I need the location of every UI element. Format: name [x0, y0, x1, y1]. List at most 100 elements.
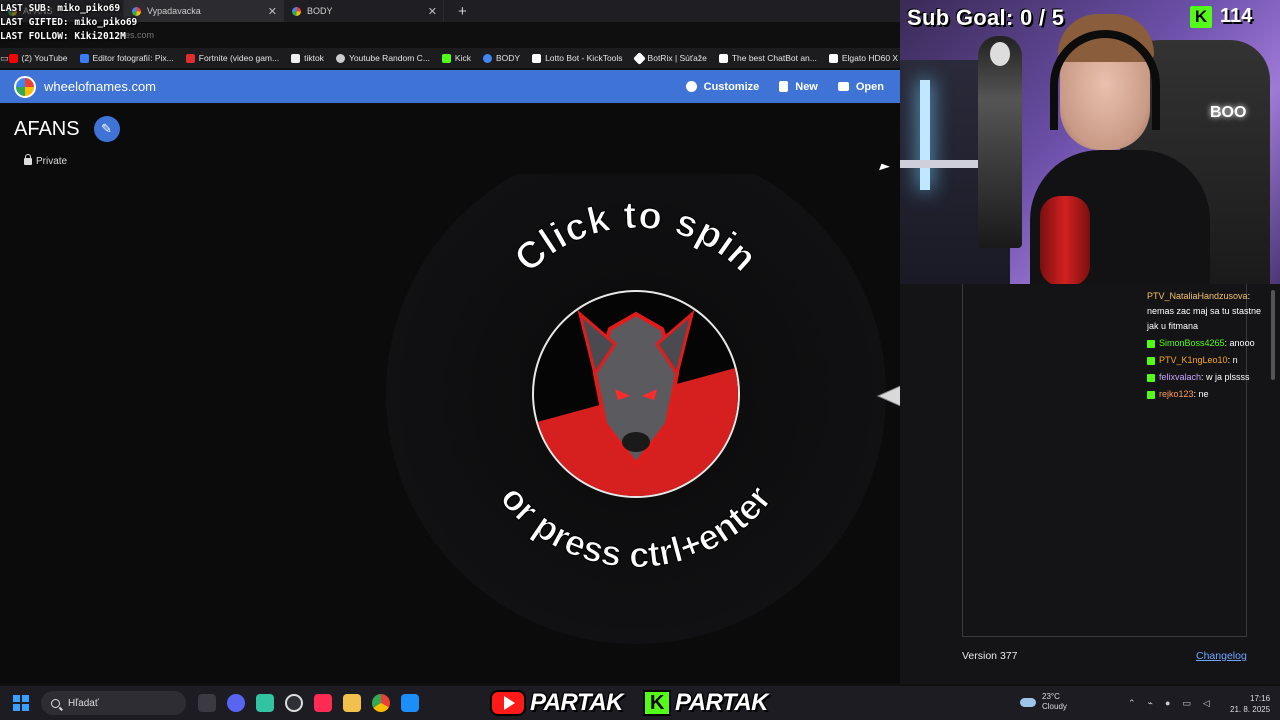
- kick-badge-icon: [1147, 356, 1155, 365]
- file-explorer-icon[interactable]: [343, 694, 361, 712]
- pixlr-icon: [79, 53, 89, 63]
- bookmark-pixlr[interactable]: Editor fotografií: Pix...: [79, 53, 174, 63]
- bookmark-botrix[interactable]: BotRix | Súťaže: [632, 51, 707, 65]
- grim-reaper-figure-icon: [978, 36, 1022, 248]
- bookmark-lotto-bot[interactable]: Lotto Bot - KickTools: [532, 53, 623, 63]
- wheel-page: AFANS ✎ Private Click to spin or press c…: [0, 104, 915, 684]
- botrix-icon: [632, 51, 646, 65]
- edit-title-button[interactable]: ✎: [93, 116, 120, 142]
- network-icon[interactable]: ⌁: [1148, 698, 1153, 709]
- bookmark-youtube-random[interactable]: Youtube Random C...: [335, 53, 430, 63]
- stream-overlay-latest: LAST SUB: miko_piko69 LAST GIFTED: miko_…: [0, 2, 137, 44]
- globe-icon: [335, 53, 345, 63]
- weather-desc: Cloudy: [1042, 702, 1067, 711]
- fortnite-app-icon[interactable]: [401, 694, 419, 712]
- tab-vypadavacka[interactable]: Vypadavacka ✕: [124, 0, 284, 22]
- boo-sign: BOO: [1210, 104, 1247, 121]
- chat-username: PTV_NataliaHandzusova: [1147, 291, 1248, 301]
- weather-widget[interactable]: 23°C Cloudy: [1020, 692, 1067, 712]
- chat-username: SimonBoss4265: [1159, 338, 1225, 348]
- chat-message: SimonBoss4265: anooo: [1147, 336, 1275, 351]
- tab-label: BODY: [307, 6, 333, 16]
- chat-text: : anooo: [1224, 338, 1255, 348]
- bookmark-tiktok[interactable]: tiktok: [291, 53, 324, 63]
- bookmark-chatbot[interactable]: The best ChatBot an...: [718, 53, 817, 63]
- windows-start-icon[interactable]: [13, 695, 29, 711]
- wheel[interactable]: Click to spin or press ctrl+enter: [380, 174, 900, 674]
- palette-icon: [685, 81, 697, 92]
- taskbar-search-input[interactable]: Hľadať: [41, 691, 186, 715]
- chat-username: felixvalach: [1159, 372, 1202, 382]
- tab-label: Vypadavacka: [147, 6, 201, 16]
- streamlabs-icon[interactable]: [256, 694, 274, 712]
- led-light-icon: [920, 80, 930, 190]
- youtube-partak: PARTAK: [490, 689, 624, 717]
- kick-badge-icon: [1147, 339, 1155, 348]
- chat-username: PTV_K1ngLeo10: [1159, 355, 1228, 365]
- chat-text: : n: [1227, 355, 1238, 365]
- volume-icon[interactable]: ◁: [1203, 698, 1210, 709]
- sub-goal-counter: Sub Goal: 0 / 5: [907, 5, 1065, 30]
- lock-icon: [24, 154, 32, 165]
- kick-logo-icon: K: [643, 690, 671, 716]
- display-icon[interactable]: ▭: [1182, 698, 1191, 709]
- weather-temp: 23°C: [1042, 692, 1060, 701]
- last-sub-text: LAST SUB: miko_piko69: [0, 3, 121, 14]
- obs-icon[interactable]: [285, 694, 303, 712]
- pencil-icon: ✎: [101, 121, 113, 136]
- changelog-link[interactable]: Changelog: [1196, 650, 1247, 662]
- search-icon: [51, 698, 60, 708]
- close-tab-icon[interactable]: ✕: [268, 5, 277, 18]
- screen: AFANS Vypadavacka ✕ BODY ✕ + LAST SUB: m…: [0, 0, 1280, 720]
- tab-body[interactable]: BODY ✕: [284, 0, 444, 22]
- chat-messages: PTV_NataliaHandzusova: nemas zac maj sa …: [1147, 289, 1275, 404]
- stream-socials: PARTAK K PARTAK: [490, 686, 769, 720]
- taskbar-apps: [198, 694, 419, 712]
- kick-logo-icon: K: [1190, 5, 1212, 28]
- bookmark-youtube[interactable]: (2) YouTube: [8, 53, 68, 63]
- tiktok-icon: [291, 53, 301, 63]
- chevron-up-icon[interactable]: ⌃: [1128, 698, 1136, 709]
- wheel-title-row: AFANS ✎: [14, 116, 120, 142]
- webcam-feed: BOO: [900, 0, 1280, 284]
- last-gifted-text: LAST GIFTED: miko_piko69: [0, 17, 138, 28]
- chrome-icon[interactable]: [372, 694, 390, 712]
- chat-message: felixvalach: w ja plssss: [1147, 370, 1275, 385]
- microphone-tray-icon[interactable]: ●: [1165, 698, 1170, 709]
- task-view-icon[interactable]: [198, 694, 216, 712]
- wheelofnames-header: wheelofnames.com Customize New Open: [0, 70, 900, 103]
- chat-text: : w ja plssss: [1201, 372, 1250, 382]
- customize-button[interactable]: Customize: [685, 81, 759, 93]
- site-name[interactable]: wheelofnames.com: [44, 79, 156, 94]
- chat-text: : ne: [1193, 389, 1209, 399]
- fortnite-icon: [185, 53, 195, 63]
- chat-message: PTV_K1ngLeo10: n: [1147, 353, 1275, 368]
- tiktok-live-icon[interactable]: [314, 694, 332, 712]
- header-actions: Customize New Open: [685, 70, 884, 103]
- clock-date: 21. 8. 2025: [1230, 705, 1271, 714]
- elgato-icon: [828, 53, 838, 63]
- bookmark-body[interactable]: BODY: [482, 53, 520, 63]
- bookmark-kick[interactable]: Kick: [441, 53, 471, 63]
- close-tab-icon[interactable]: ✕: [428, 5, 437, 18]
- clock-time: 17:16: [1250, 694, 1271, 703]
- chat-message: PTV_NataliaHandzusova: nemas zac maj sa …: [1147, 289, 1275, 334]
- apps-grid-icon[interactable]: ▭: [0, 53, 9, 64]
- bookmark-elgato[interactable]: Elgato HD60 X - Za...: [828, 53, 900, 63]
- new-tab-button[interactable]: +: [458, 3, 467, 20]
- youtube-logo-icon: [490, 690, 526, 716]
- last-follow-text: LAST FOLLOW: Kiki2012M: [0, 31, 126, 42]
- clock[interactable]: 17:16 21. 8. 2025: [1230, 693, 1270, 715]
- wheelofnames-logo-icon[interactable]: [14, 75, 36, 98]
- microphone-icon: [1040, 196, 1090, 284]
- kick-partak: K PARTAK: [643, 689, 769, 717]
- wheelofnames-icon: [482, 53, 492, 63]
- chatbot-icon: [718, 53, 728, 63]
- chat-scrollbar[interactable]: [1271, 290, 1275, 380]
- discord-icon[interactable]: [227, 694, 245, 712]
- folder-icon: [837, 82, 849, 91]
- bookmark-fortnite[interactable]: Fortnite (video gam...: [185, 53, 279, 63]
- open-button[interactable]: Open: [837, 81, 884, 93]
- new-button[interactable]: New: [779, 81, 818, 93]
- kicktools-icon: [532, 53, 542, 63]
